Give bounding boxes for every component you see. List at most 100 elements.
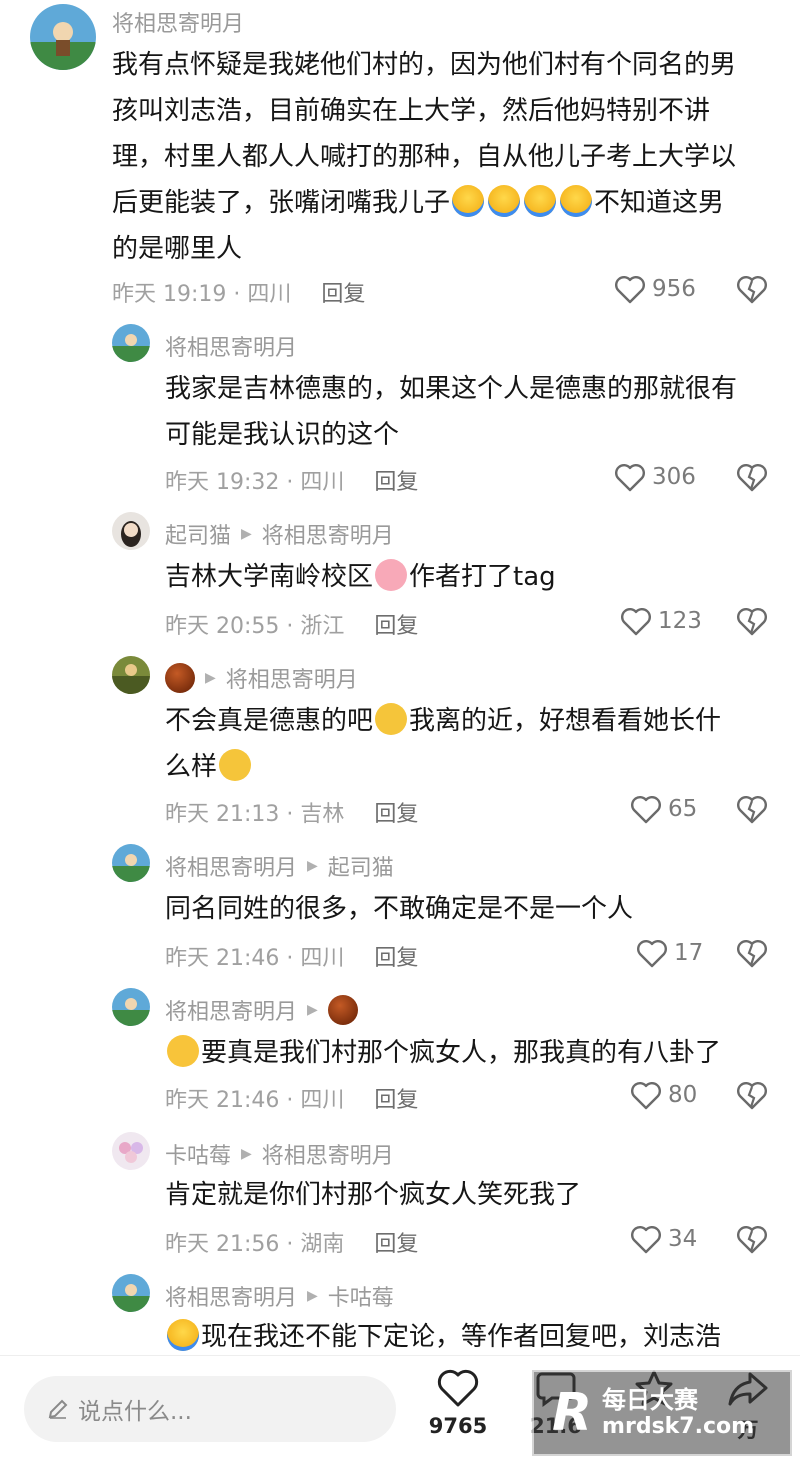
like-button[interactable]: 65 <box>630 794 697 824</box>
reply-button[interactable]: 回复 <box>374 796 418 828</box>
avatar[interactable] <box>112 1274 150 1312</box>
broken-heart-icon <box>737 1082 767 1110</box>
comment-text: 肯定就是你们村那个疯女人笑死我了 <box>165 1172 775 1218</box>
heart-icon <box>437 1369 479 1407</box>
author-name[interactable]: 起司猫 <box>165 518 231 550</box>
avatar[interactable] <box>112 324 150 362</box>
author-name[interactable]: 将相思寄明月 <box>165 850 297 882</box>
broken-heart-icon <box>737 1226 767 1254</box>
dislike-button[interactable] <box>736 462 768 496</box>
comment-text: 要真是我们村那个疯女人，那我真的有八卦了 <box>165 1030 775 1076</box>
dislike-button[interactable] <box>736 938 768 972</box>
reply-to-name[interactable]: 起司猫 <box>328 850 394 882</box>
comment-footer: 昨天 21:46 · 四川 回复 <box>165 940 418 972</box>
chestnut-author-icon[interactable] <box>165 663 195 693</box>
dislike-button[interactable] <box>736 274 768 308</box>
comment-author: 将相思寄明月 ▶ <box>165 994 358 1026</box>
avatar[interactable] <box>112 988 150 1026</box>
laugh-cry-emoji-icon <box>167 1319 199 1351</box>
comment-text: 现在我还不能下定论，等作者回复吧，刘志浩 <box>165 1314 775 1360</box>
comment-line: 要真是我们村那个疯女人，那我真的有八卦了 <box>165 1030 775 1076</box>
reply-arrow-icon: ▶ <box>241 1146 252 1162</box>
reply-to-name[interactable]: 将相思寄明月 <box>262 518 394 550</box>
dislike-button[interactable] <box>736 794 768 828</box>
like-button[interactable]: 123 <box>620 606 702 636</box>
like-count: 123 <box>658 608 702 634</box>
heart-icon <box>615 276 645 304</box>
timestamp-location: 昨天 19:32 · 四川 <box>165 470 345 495</box>
reply-arrow-icon: ▶ <box>205 670 216 686</box>
reply-button[interactable]: 回复 <box>321 276 365 308</box>
like-count: 65 <box>668 796 698 822</box>
comment-input[interactable]: 说点什么... <box>24 1376 396 1442</box>
like-button[interactable]: 34 <box>630 1224 697 1254</box>
reply-button[interactable]: 回复 <box>374 940 418 972</box>
comment-line: 孩叫刘志浩，目前确实在上大学，然后他妈特别不讲 <box>112 96 711 126</box>
reply-arrow-icon: ▶ <box>307 858 318 874</box>
reply-to-name[interactable]: 卡咕莓 <box>328 1280 394 1312</box>
comment-line: 我家是吉林德惠的，如果这个人是德惠的那就很有 <box>165 374 738 404</box>
like-count: 80 <box>668 1082 698 1108</box>
avatar[interactable] <box>112 844 150 882</box>
comment-footer: 昨天 21:56 · 湖南 回复 <box>165 1226 418 1258</box>
thinking-emoji-icon <box>219 749 252 781</box>
avatar[interactable] <box>112 512 150 550</box>
like-button[interactable]: 80 <box>630 1080 697 1110</box>
comment-footer: 昨天 19:32 · 四川 回复 <box>165 464 418 496</box>
comment-text: 我有点怀疑是我姥他们村的，因为他们村有个同名的男 孩叫刘志浩，目前确实在上大学，… <box>112 42 782 272</box>
author-name[interactable]: 将相思寄明月 <box>165 330 297 362</box>
like-action-button[interactable]: 9765 <box>418 1368 498 1438</box>
broken-heart-icon <box>737 796 767 824</box>
like-count: 17 <box>674 940 704 966</box>
laugh-cry-emoji-icon <box>452 185 485 217</box>
like-button[interactable]: 306 <box>614 462 696 492</box>
chestnut-reply-to-icon[interactable] <box>327 995 358 1025</box>
comment-line: 我有点怀疑是我姥他们村的，因为他们村有个同名的男 <box>112 50 737 80</box>
timestamp-location: 昨天 20:55 · 浙江 <box>165 614 345 639</box>
comment-author[interactable]: 将相思寄明月 <box>165 330 297 362</box>
comment-author: 将相思寄明月 ▶ 起司猫 <box>165 850 394 882</box>
comment-line: 现在我还不能下定论，等作者回复吧，刘志浩 <box>165 1314 775 1360</box>
heart-icon <box>615 464 645 492</box>
author-name[interactable]: 将相思寄明月 <box>165 994 297 1026</box>
comment-text: 吉林大学南岭校区 作者打了tag <box>165 554 775 600</box>
comment-author: ▶ 将相思寄明月 <box>165 662 358 694</box>
comment-line: 不会真是德惠的吧 我离的近，好想看看她长什 <box>165 698 775 744</box>
avatar[interactable] <box>112 656 150 694</box>
dislike-button[interactable] <box>736 1080 768 1114</box>
comment-text: 我家是吉林德惠的，如果这个人是德惠的那就很有 可能是我认识的这个 <box>165 366 775 458</box>
reply-button[interactable]: 回复 <box>374 1226 418 1258</box>
comment-line: 理，村里人都人人喊打的那种，自从他儿子考上大学以 <box>112 142 737 172</box>
dislike-button[interactable] <box>736 1224 768 1258</box>
comment-author: 起司猫 ▶ 将相思寄明月 <box>165 518 394 550</box>
reply-to-name[interactable]: 将相思寄明月 <box>226 662 358 694</box>
like-button[interactable]: 17 <box>636 938 703 968</box>
comment-line: 可能是我认识的这个 <box>165 420 400 450</box>
timestamp-location: 昨天 19:19 · 四川 <box>112 282 292 307</box>
comment-line: 么样 <box>165 744 775 790</box>
author-name[interactable]: 将相思寄明月 <box>112 6 244 38</box>
reply-button[interactable]: 回复 <box>374 464 418 496</box>
dislike-button[interactable] <box>736 606 768 640</box>
comment-footer: 昨天 21:46 · 四川 回复 <box>165 1082 418 1114</box>
reply-to-name[interactable]: 将相思寄明月 <box>262 1138 394 1170</box>
reply-button[interactable]: 回复 <box>374 1082 418 1114</box>
pencil-icon <box>48 1399 68 1419</box>
reply-button[interactable]: 回复 <box>374 608 418 640</box>
author-name[interactable]: 卡咕莓 <box>165 1138 231 1170</box>
avatar[interactable] <box>30 4 96 70</box>
comment-line: 的是哪里人 <box>112 234 243 264</box>
heart-icon <box>637 940 667 968</box>
broken-heart-icon <box>737 608 767 636</box>
like-count: 34 <box>668 1226 698 1252</box>
like-button[interactable]: 956 <box>614 274 696 304</box>
comment-author[interactable]: 将相思寄明月 <box>112 6 244 38</box>
broken-heart-icon <box>737 940 767 968</box>
comment-author: 卡咕莓 ▶ 将相思寄明月 <box>165 1138 394 1170</box>
avatar[interactable] <box>112 1132 150 1170</box>
watermark-logo-icon: R <box>552 1383 593 1443</box>
laugh-cry-emoji-icon <box>488 185 521 217</box>
heart-icon <box>631 1082 661 1110</box>
author-name[interactable]: 将相思寄明月 <box>165 1280 297 1312</box>
thinking-emoji-icon <box>375 703 408 735</box>
